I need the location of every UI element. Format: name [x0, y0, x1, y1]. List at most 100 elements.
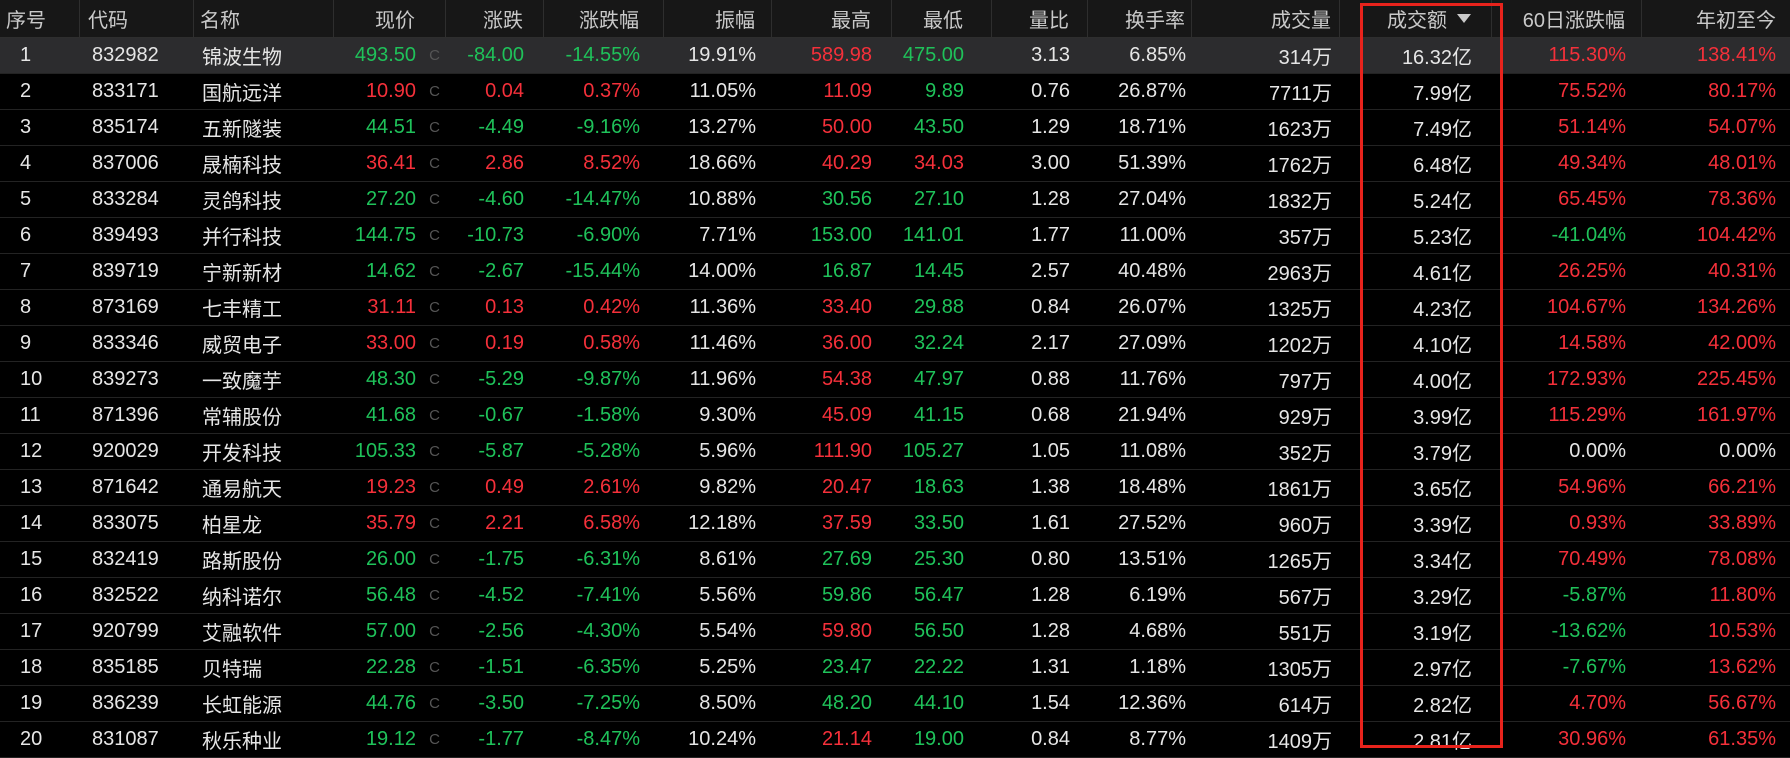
row-amount: 7.99亿: [1413, 83, 1472, 105]
row-change-pct: -14.55%: [565, 44, 641, 66]
row-code: 833075: [92, 512, 159, 534]
table-row[interactable]: 9 833346 威贸电子 33.00 C 0.19 0.58% 11.46% 36.00 32.…: [0, 326, 1790, 362]
table-row[interactable]: 5 833284 灵鸽科技 27.20 C -4.60 -14.47% 10.88% 30.56…: [0, 182, 1790, 218]
row-amount: 6.48亿: [1413, 155, 1472, 177]
row-price: 14.62 C: [365, 260, 440, 282]
row-change: -10.73: [467, 224, 524, 246]
row-volume: 567万: [1278, 587, 1332, 609]
row-ytd-change: 66.21%: [1708, 476, 1776, 498]
table-row[interactable]: 8 873169 七丰精工 31.11 C 0.13 0.42% 11.36% 33.40 29.…: [0, 290, 1790, 326]
table-row[interactable]: 12 920029 开发科技 105.33 C -5.87 -5.28% 5.96% 111.9…: [0, 434, 1790, 470]
table-row[interactable]: 19 836239 长虹能源 44.76 C -3.50 -7.25% 8.50% 48.20 4…: [0, 686, 1790, 722]
table-row[interactable]: 7 839719 宁新新材 14.62 C -2.67 -15.44% 14.00% 16.87…: [0, 254, 1790, 290]
header-volume-ratio[interactable]: 量比: [992, 0, 1088, 37]
row-ytd-change: 78.36%: [1708, 188, 1776, 210]
header-60d-change[interactable]: 60日涨跌幅: [1492, 0, 1642, 37]
row-ytd-change: 134.26%: [1697, 296, 1776, 318]
table-row[interactable]: 17 920799 艾融软件 57.00 C -2.56 -4.30% 5.54% 59.80 5…: [0, 614, 1790, 650]
header-index[interactable]: 序号: [0, 0, 80, 37]
header-change[interactable]: 涨跌: [446, 0, 544, 37]
row-turnover-rate: 18.48%: [1118, 476, 1186, 498]
row-change-pct: 8.52%: [583, 152, 640, 174]
row-change-pct: -7.25%: [576, 692, 640, 714]
row-change: -2.56: [478, 620, 524, 642]
row-change-pct: 0.42%: [583, 296, 640, 318]
table-row[interactable]: 4 837006 晟楠科技 36.41 C 2.86 8.52% 18.66% 40.29 34.…: [0, 146, 1790, 182]
table-row[interactable]: 15 832419 路斯股份 26.00 C -1.75 -6.31% 8.61% 27.69 2…: [0, 542, 1790, 578]
table-row[interactable]: 11 871396 常辅股份 41.68 C -0.67 -1.58% 9.30% 45.09 4…: [0, 398, 1790, 434]
table-row[interactable]: 3 835174 五新隧装 44.51 C -4.49 -9.16% 13.27% 50.00 4…: [0, 110, 1790, 146]
row-code: 837006: [92, 152, 159, 174]
header-low[interactable]: 最低: [892, 0, 992, 37]
row-index: 6: [20, 224, 32, 246]
row-change-pct: -5.28%: [576, 440, 640, 462]
row-volume: 1202万: [1267, 335, 1333, 357]
row-60d-change: 104.67%: [1547, 296, 1626, 318]
row-change: -4.60: [478, 188, 524, 210]
table-row[interactable]: 2 833171 国航远洋 10.90 C 0.04 0.37% 11.05% 11.09 9.8…: [0, 74, 1790, 110]
row-code: 839493: [92, 224, 159, 246]
row-index: 9: [20, 332, 32, 354]
row-volume: 797万: [1278, 371, 1332, 393]
row-high: 27.69: [821, 548, 872, 570]
row-index: 1: [20, 44, 32, 66]
price-tag-icon: C: [429, 587, 440, 604]
row-volume: 7711万: [1268, 83, 1332, 105]
header-change-pct[interactable]: 涨跌幅: [544, 0, 664, 37]
row-ytd-change: 56.67%: [1708, 692, 1776, 714]
row-low: 56.50: [913, 620, 964, 642]
row-amplitude: 18.66%: [688, 152, 756, 174]
row-code: 833346: [92, 332, 159, 354]
table-body: 1 832982 锦波生物 493.50 C -84.00 -14.55% 19.91% 589…: [0, 38, 1790, 758]
row-volume-ratio: 2.57: [1031, 260, 1070, 282]
row-name: 艾融软件: [202, 623, 282, 645]
row-ytd-change: 78.08%: [1708, 548, 1776, 570]
row-change: 2.21: [485, 512, 524, 534]
price-tag-icon: C: [429, 191, 440, 208]
row-high: 589.98: [810, 44, 872, 66]
row-high: 37.59: [821, 512, 872, 534]
row-code: 832522: [92, 584, 159, 606]
row-amount: 16.32亿: [1401, 47, 1472, 69]
header-volume[interactable]: 成交量: [1192, 0, 1340, 37]
row-ytd-change: 48.01%: [1708, 152, 1776, 174]
row-change-pct: 2.61%: [583, 476, 640, 498]
header-name[interactable]: 名称: [194, 0, 334, 37]
table-row[interactable]: 13 871642 通易航天 19.23 C 0.49 2.61% 9.82% 20.47 18.…: [0, 470, 1790, 506]
header-amount[interactable]: 成交额: [1340, 0, 1492, 37]
row-amount: 5.23亿: [1413, 227, 1472, 249]
table-row[interactable]: 1 832982 锦波生物 493.50 C -84.00 -14.55% 19.91% 589…: [0, 38, 1790, 74]
sort-descending-icon: [1457, 14, 1471, 23]
header-amplitude[interactable]: 振幅: [664, 0, 772, 37]
table-row[interactable]: 18 835185 贝特瑞 22.28 C -1.51 -6.35% 5.25% 23.47 22…: [0, 650, 1790, 686]
row-60d-change: 0.93%: [1569, 512, 1626, 534]
row-index: 17: [20, 620, 43, 642]
row-60d-change: 172.93%: [1547, 368, 1626, 390]
row-turnover-rate: 51.39%: [1118, 152, 1186, 174]
row-code: 873169: [92, 296, 159, 318]
row-low: 44.10: [913, 692, 964, 714]
row-ytd-change: 0.00%: [1719, 440, 1776, 462]
row-60d-change: 14.58%: [1558, 332, 1626, 354]
header-turnover-rate[interactable]: 换手率: [1088, 0, 1192, 37]
table-row[interactable]: 16 832522 纳科诺尔 56.48 C -4.52 -7.41% 5.56% 59.86 5…: [0, 578, 1790, 614]
row-price: 57.00 C: [365, 620, 440, 642]
row-name: 晟楠科技: [202, 155, 282, 177]
header-ytd-change[interactable]: 年初至今: [1642, 0, 1790, 37]
row-change-pct: 0.58%: [583, 332, 640, 354]
table-row[interactable]: 14 833075 柏星龙 35.79 C 2.21 6.58% 12.18% 37.59 33.…: [0, 506, 1790, 542]
header-high[interactable]: 最高: [772, 0, 892, 37]
row-code: 832982: [92, 44, 159, 66]
table-row[interactable]: 10 839273 一致魔芋 48.30 C -5.29 -9.87% 11.96% 54.38…: [0, 362, 1790, 398]
header-code[interactable]: 代码: [80, 0, 194, 37]
row-index: 7: [20, 260, 32, 282]
table-row[interactable]: 20 831087 秋乐种业 19.12 C -1.77 -8.47% 10.24% 21.14…: [0, 722, 1790, 758]
header-price[interactable]: 现价: [334, 0, 446, 37]
row-price: 26.00 C: [365, 548, 440, 570]
row-volume-ratio: 1.54: [1031, 692, 1070, 714]
price-tag-icon: C: [429, 83, 440, 100]
row-code: 839719: [92, 260, 159, 282]
row-code: 839273: [92, 368, 159, 390]
row-change: 0.19: [485, 332, 524, 354]
table-row[interactable]: 6 839493 并行科技 144.75 C -10.73 -6.90% 7.71% 153.0…: [0, 218, 1790, 254]
